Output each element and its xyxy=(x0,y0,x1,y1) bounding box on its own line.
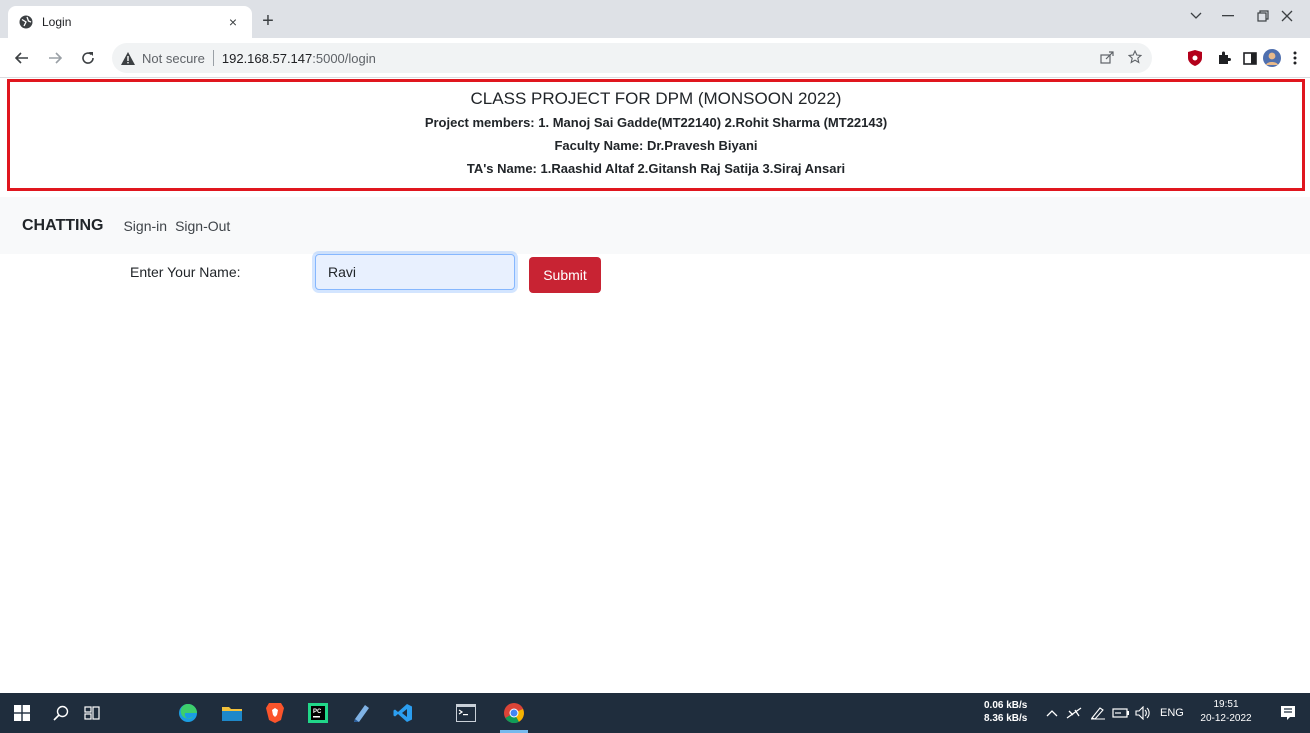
task-view-icon[interactable] xyxy=(80,701,104,725)
tab-title: Login xyxy=(42,15,72,29)
navbar-brand[interactable]: CHATTING xyxy=(22,217,103,235)
pen-workspace-icon[interactable] xyxy=(1090,693,1106,733)
clock-date: 20-12-2022 xyxy=(1200,713,1252,724)
app-navbar: CHATTING Sign-in Sign-Out xyxy=(0,197,1310,254)
url-path: :5000/login xyxy=(312,50,376,66)
tray-sync-icon[interactable] xyxy=(1066,693,1082,733)
new-tab-button[interactable]: + xyxy=(258,11,278,31)
security-label[interactable]: Not secure xyxy=(142,51,205,66)
vscode-icon[interactable] xyxy=(391,701,415,725)
banner-members: Project members: 1. Manoj Sai Gadde(MT22… xyxy=(424,115,888,130)
side-panel-icon[interactable] xyxy=(1241,49,1259,67)
project-banner: CLASS PROJECT FOR DPM (MONSOON 2022) Pro… xyxy=(7,79,1305,191)
terminal-icon[interactable] xyxy=(454,701,478,725)
windows-start-icon[interactable] xyxy=(10,701,34,725)
search-icon[interactable] xyxy=(49,701,73,725)
banner-faculty: Faculty Name: Dr.Pravesh Biyani xyxy=(554,138,758,153)
tab-close-icon[interactable]: × xyxy=(224,13,242,31)
windows-taskbar: PC 0.06 kB/s 8.36 kB/s ENG 19:51 20-12-2… xyxy=(0,693,1310,733)
name-input[interactable] xyxy=(315,254,515,290)
url-divider xyxy=(212,50,214,66)
nav-link-sign-out[interactable]: Sign-Out xyxy=(175,218,230,234)
login-form: Enter Your Name: Submit xyxy=(0,254,1310,294)
banner-title: CLASS PROJECT FOR DPM (MONSOON 2022) xyxy=(470,89,842,108)
battery-icon[interactable] xyxy=(1112,693,1130,733)
reload-icon[interactable] xyxy=(78,48,98,68)
network-speed: 0.06 kB/s 8.36 kB/s xyxy=(984,699,1027,725)
close-window-icon[interactable] xyxy=(1264,0,1310,32)
edge-browser-icon[interactable] xyxy=(176,701,200,725)
name-label: Enter Your Name: xyxy=(130,264,241,280)
url-host: 192.168.57.147 xyxy=(221,50,313,66)
net-upload-speed: 0.06 kB/s xyxy=(984,700,1028,711)
profile-avatar[interactable] xyxy=(1263,49,1281,67)
system-clock[interactable]: 19:51 20-12-2022 xyxy=(1193,698,1259,726)
warning-icon[interactable] xyxy=(120,50,136,66)
star-icon[interactable] xyxy=(1127,49,1143,67)
banner-tas: TA's Name: 1.Raashid Altaf 2.Gitansh Raj… xyxy=(466,161,846,176)
browser-toolbar: Not secure 192.168.57.147 :5000/login xyxy=(0,38,1310,78)
browser-tab[interactable]: Login × xyxy=(8,6,252,38)
forward-arrow-icon[interactable] xyxy=(45,48,65,68)
submit-button[interactable]: Submit xyxy=(529,257,601,293)
nav-link-sign-in[interactable]: Sign-in xyxy=(123,218,167,234)
clock-time: 19:51 xyxy=(1213,699,1239,710)
svg-text:PC: PC xyxy=(313,709,322,715)
ublock-shield-icon[interactable] xyxy=(1186,49,1204,67)
extensions-puzzle-icon[interactable] xyxy=(1215,49,1233,67)
chrome-icon[interactable] xyxy=(502,701,526,725)
share-icon[interactable] xyxy=(1100,50,1114,67)
omnibox-actions xyxy=(1100,49,1152,67)
notepad-icon[interactable] xyxy=(349,701,373,725)
speaker-volume-icon[interactable] xyxy=(1135,693,1151,733)
globe-icon xyxy=(18,14,34,30)
notification-center-icon[interactable] xyxy=(1280,693,1296,733)
browser-tab-strip: Login × + xyxy=(0,0,1310,38)
net-download-speed: 8.36 kB/s xyxy=(984,713,1028,724)
address-bar[interactable]: Not secure 192.168.57.147 :5000/login xyxy=(112,43,1152,73)
brave-browser-icon[interactable] xyxy=(263,701,287,725)
back-arrow-icon[interactable] xyxy=(12,48,32,68)
pycharm-icon[interactable]: PC xyxy=(306,701,330,725)
more-menu-icon[interactable] xyxy=(1286,49,1304,67)
show-hidden-icons-chevron-icon[interactable] xyxy=(1046,693,1058,733)
file-explorer-icon[interactable] xyxy=(220,701,244,725)
input-language[interactable]: ENG xyxy=(1160,693,1184,733)
